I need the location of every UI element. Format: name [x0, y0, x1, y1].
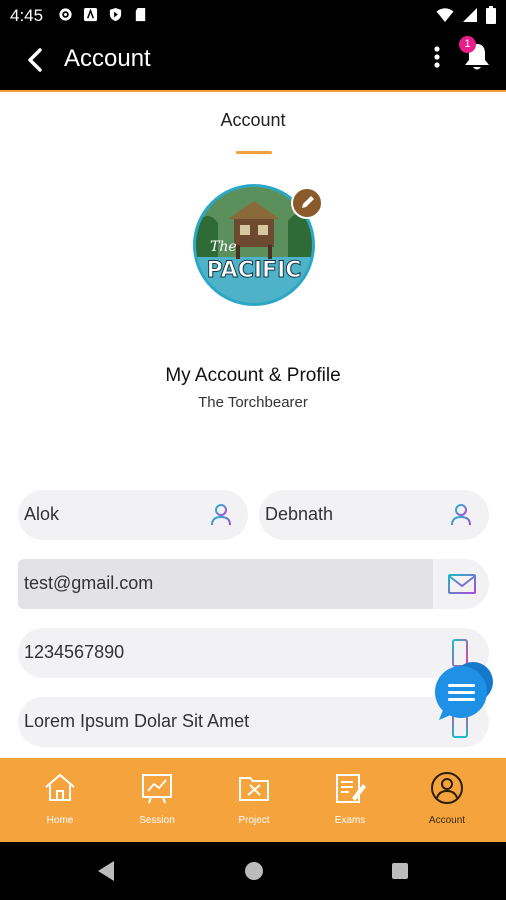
person-icon	[208, 502, 234, 528]
settings-icon	[58, 7, 73, 22]
first-name-value: Alok	[24, 504, 60, 524]
page-title: Account	[220, 110, 286, 130]
email-value: test@gmail.com	[24, 573, 154, 593]
app-bar: Account 1	[0, 30, 506, 90]
home-icon	[42, 770, 78, 806]
home-circle-icon[interactable]	[244, 860, 264, 887]
profile-heading: My Account & Profile	[165, 365, 341, 386]
app-bar-divider	[0, 90, 506, 92]
bottom-navigation: Home Session Project Exams Account	[0, 758, 506, 842]
title-underline	[236, 151, 272, 154]
nav-item-account[interactable]: Account	[399, 758, 495, 842]
more-options-icon[interactable]	[430, 44, 444, 74]
status-icons-left	[58, 7, 148, 22]
nav-label-session: Session	[139, 815, 175, 826]
nav-label-project: Project	[238, 815, 270, 826]
profile-subtitle: The Torchbearer	[198, 394, 308, 411]
project-icon	[236, 770, 272, 806]
person-icon	[448, 502, 474, 528]
back-triangle-icon[interactable]	[96, 860, 116, 887]
session-icon	[139, 770, 175, 806]
signal-icon	[462, 7, 478, 28]
address-field[interactable]: Lorem Ipsum Dolar Sit Amet	[18, 697, 489, 747]
nav-label-home: Home	[46, 815, 74, 826]
email-field[interactable]: test@gmail.com	[18, 559, 489, 609]
status-icons-right	[436, 6, 496, 29]
chat-bubble-icon	[433, 662, 495, 726]
svg-text:The: The	[210, 239, 237, 255]
nav-label-account: Account	[428, 815, 466, 826]
phone-value: 1234567890	[24, 642, 125, 662]
phone-field[interactable]: 1234567890	[18, 628, 489, 678]
exams-icon	[332, 770, 368, 806]
status-time: 4:45	[10, 6, 44, 25]
status-bar: 4:45	[0, 0, 506, 30]
shield-play-icon	[108, 7, 123, 22]
notification-a-icon	[83, 7, 98, 22]
pencil-icon	[293, 196, 321, 221]
sd-card-icon	[133, 7, 148, 22]
nav-item-exams[interactable]: Exams	[302, 758, 398, 842]
nav-item-session[interactable]: Session	[109, 758, 205, 842]
chat-fab-button[interactable]	[433, 660, 495, 722]
wifi-icon	[436, 7, 454, 28]
back-arrow-icon[interactable]	[22, 46, 50, 74]
edit-avatar-button[interactable]	[291, 187, 323, 219]
address-value: Lorem Ipsum Dolar Sit Amet	[24, 711, 250, 731]
first-name-field[interactable]: Alok	[18, 490, 248, 540]
last-name-value: Debnath	[265, 504, 334, 524]
system-navigation-bar	[0, 842, 506, 900]
svg-text:PACIFIC: PACIFIC	[207, 258, 302, 283]
battery-icon	[486, 6, 496, 29]
nav-item-project[interactable]: Project	[206, 758, 302, 842]
envelope-icon	[447, 571, 477, 597]
recents-square-icon[interactable]	[390, 860, 410, 887]
nav-label-exams: Exams	[334, 815, 366, 826]
account-icon	[429, 770, 465, 806]
app-bar-title: Account	[64, 45, 151, 72]
last-name-field[interactable]: Debnath	[259, 490, 489, 540]
notification-badge: 1	[459, 36, 476, 53]
nav-item-home[interactable]: Home	[12, 758, 108, 842]
